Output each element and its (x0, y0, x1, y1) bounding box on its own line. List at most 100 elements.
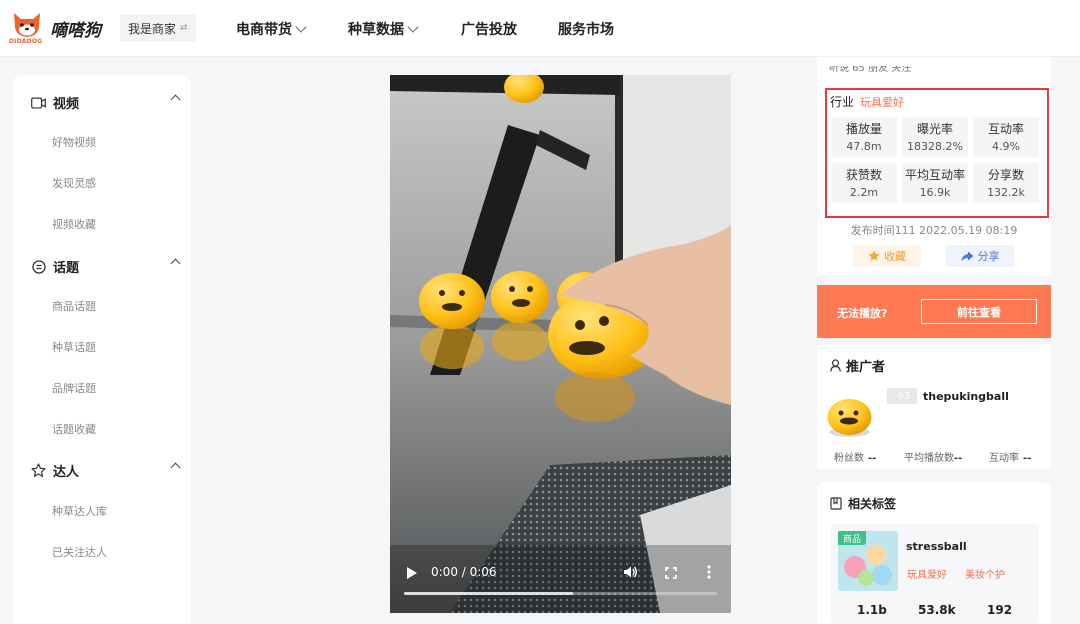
role-switch-button[interactable]: 我是商家 ⇄ (120, 14, 196, 42)
nav-seeding-data[interactable]: 种草数据 (348, 19, 419, 39)
related-tags-label: 相关标签 (848, 497, 897, 511)
tag-stat-value: 192 (987, 603, 1013, 617)
chevron-up-icon[interactable] (170, 94, 181, 105)
top-header: DIDADOG 嘀嗒狗 我是商家 ⇄ 电商带货 种草数据 广告投放 服务市场 (0, 0, 1080, 57)
promoter-name[interactable]: thepukingball (923, 390, 1009, 403)
person-icon (830, 359, 841, 372)
share-button[interactable]: 分享 (946, 245, 1014, 267)
tag-name[interactable]: stressball (906, 540, 967, 553)
logo-subtext: DIDADOG (9, 38, 43, 45)
sidebar-section-influencer[interactable]: 达人 (31, 461, 181, 480)
stat-cell-plays: 播放量 47.8m (831, 117, 897, 157)
stat-value: -- (868, 453, 877, 464)
tag-stat-value: 1.1b (857, 603, 887, 617)
stat-cell-shares: 分享数 132.2k (973, 163, 1039, 203)
chevron-up-icon[interactable] (170, 462, 181, 473)
nav-service-market[interactable]: 服务市场 (558, 19, 614, 39)
stat-value: 16.9k (919, 186, 951, 199)
stat-value: -- (954, 453, 963, 464)
stat-label: 平均互动率 (904, 168, 965, 182)
more-options-icon[interactable] (706, 564, 712, 584)
promoter-title-label: 推广者 (846, 360, 886, 375)
sidebar-section-video[interactable]: 视频 (31, 93, 181, 112)
stat-label: 粉丝数 (834, 453, 864, 464)
chevron-up-icon[interactable] (170, 258, 181, 269)
dog-logo-icon[interactable]: DIDADOG (9, 9, 44, 45)
video-buffered-bar (404, 592, 574, 595)
industry-label: 行业 (830, 95, 855, 109)
video-frame-image (390, 75, 731, 613)
video-player[interactable] (390, 75, 731, 613)
stat-cell-interaction-rate: 互动率 4.9% (973, 117, 1039, 157)
sidebar-section-topic[interactable]: 话题 (31, 257, 181, 276)
fullscreen-icon[interactable] (664, 565, 678, 584)
stat-value: 18328.2% (907, 140, 963, 153)
sidebar-item-seeding-topics[interactable]: 种草话题 (52, 339, 96, 355)
favorite-label: 收藏 (884, 250, 906, 263)
stat-cell-avg-interaction: 平均互动率 16.9k (902, 163, 968, 203)
stat-cell-exposure: 曝光率 18328.2% (902, 117, 968, 157)
star-icon (868, 250, 880, 262)
publish-time: 发布时间111 2022.05.19 08:19 (850, 224, 1018, 237)
cannot-play-banner: 无法播放? 前往查看 (817, 285, 1051, 338)
video-progress-bar[interactable] (404, 592, 717, 595)
stat-label: 互动率 (987, 122, 1024, 136)
star-icon (31, 463, 46, 478)
role-switch-label: 我是商家 (128, 21, 177, 36)
promoter-stat-avg-plays: 平均播放数-- (904, 449, 962, 464)
tag-badge: 商品 (838, 531, 866, 545)
nav-label: 服务市场 (558, 22, 614, 38)
sidebar-section-label: 达人 (53, 465, 80, 480)
stat-cell-likes: 获赞数 2.2m (831, 163, 897, 203)
play-icon[interactable] (406, 565, 418, 584)
sidebar-item-influencer-library[interactable]: 种草达人库 (52, 503, 107, 519)
topic-icon (31, 259, 46, 274)
tag-category[interactable]: 玩具爱好 (907, 566, 947, 581)
swap-icon: ⇄ (180, 23, 188, 33)
go-view-button[interactable]: 前往查看 (921, 299, 1037, 324)
sidebar-item-topic-favorites[interactable]: 话题收藏 (52, 421, 96, 437)
nav-advertising[interactable]: 广告投放 (461, 19, 517, 39)
stat-value: -- (1023, 453, 1032, 464)
sidebar-item-inspiration[interactable]: 发现灵感 (52, 175, 96, 191)
sidebar-item-followed-influencers[interactable]: 已关注达人 (52, 544, 107, 560)
avatar[interactable] (826, 396, 873, 438)
favorite-button[interactable]: 收藏 (853, 245, 921, 267)
promoter-title: 推广者 (830, 356, 885, 375)
related-tags-title: 相关标签 (830, 495, 896, 512)
tag-stat-value: 53.8k (918, 603, 956, 617)
sidebar-section-label: 话题 (53, 261, 80, 276)
stat-value: 132.2k (987, 186, 1025, 199)
nav-ecommerce[interactable]: 电商带货 (236, 19, 307, 39)
logo-text[interactable]: 嘀嗒狗 (50, 16, 101, 41)
stat-value: 47.8m (846, 140, 882, 153)
chevron-down-icon (407, 20, 419, 33)
sidebar-item-brand-topics[interactable]: 品牌话题 (52, 380, 96, 396)
nav-label: 广告投放 (461, 22, 517, 38)
nav-label: 电商带货 (236, 22, 292, 38)
cannot-play-message: 无法播放? (837, 307, 888, 320)
promoter-stat-fans: 粉丝数 -- (834, 449, 876, 464)
sidebar-item-product-topics[interactable]: 商品话题 (52, 298, 96, 314)
stat-label: 曝光率 (916, 122, 953, 136)
stat-label: 互动率 (989, 453, 1019, 464)
video-icon (31, 95, 46, 110)
stat-label: 获赞数 (845, 168, 882, 182)
stat-value: 4.9% (992, 140, 1020, 153)
stat-label: 播放量 (845, 122, 882, 136)
volume-icon[interactable] (622, 564, 638, 584)
promoter-stat-interaction-rate: 互动率 -- (989, 449, 1031, 464)
sidebar-section-label: 视频 (53, 97, 80, 112)
nav-label: 种草数据 (348, 22, 404, 38)
truncated-text: 听说 65 朋友 关注 (829, 66, 912, 74)
bookmark-icon (830, 497, 842, 510)
stat-value: 2.2m (849, 186, 879, 199)
industry-tag[interactable]: 玩具爱好 (860, 94, 904, 110)
chevron-down-icon (295, 20, 307, 33)
sidebar-item-video-favorites[interactable]: 视频收藏 (52, 216, 96, 232)
level-badge: -93 (887, 388, 917, 404)
share-icon (961, 251, 974, 262)
sidebar-item-good-videos[interactable]: 好物视频 (52, 134, 96, 150)
tag-category[interactable]: 美妆个护 (965, 566, 1005, 581)
video-time: 0:00 / 0:06 (431, 565, 497, 579)
